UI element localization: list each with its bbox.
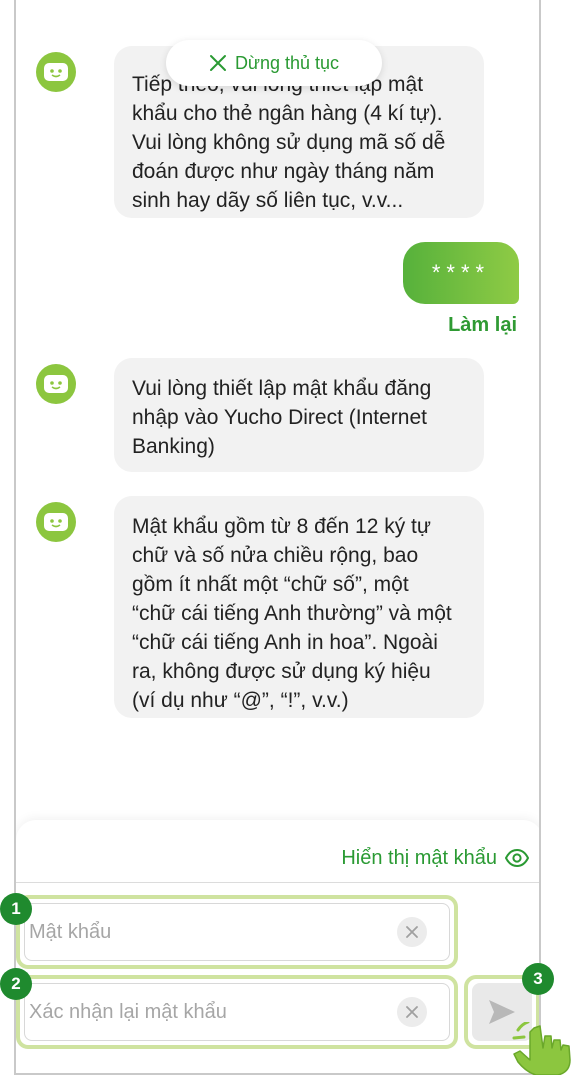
bot-avatar <box>36 364 76 404</box>
password-field <box>24 903 450 961</box>
panel-divider <box>16 882 539 883</box>
close-icon <box>209 55 226 71</box>
redo-link[interactable]: Làm lại <box>448 314 517 337</box>
show-password-label: Hiển thị mật khẩu <box>341 846 497 869</box>
bot-face-icon <box>44 63 68 81</box>
bot-avatar <box>36 502 76 542</box>
password-field-highlight <box>16 895 458 969</box>
confirm-field-highlight <box>16 975 458 1049</box>
chat-screen: Dừng thủ tục Tiếp theo, vui lòng thiết l… <box>14 0 541 1075</box>
bot-message-bubble: Vui lòng thiết lập mật khẩu đăng nhập và… <box>114 358 484 472</box>
password-input[interactable] <box>29 920 397 944</box>
clear-confirm-button[interactable] <box>397 997 427 1027</box>
step-badge-2: 2 <box>0 968 32 1000</box>
hand-pointer-icon <box>512 1022 571 1075</box>
bot-message: Vui lòng thiết lập mật khẩu đăng nhập và… <box>36 358 484 472</box>
step-badge-1: 1 <box>0 893 32 925</box>
bot-face-icon <box>44 513 68 531</box>
bot-face-icon <box>44 375 68 393</box>
clear-password-button[interactable] <box>397 917 427 947</box>
bot-avatar <box>36 52 76 92</box>
step-badge-3: 3 <box>522 963 554 995</box>
clear-icon <box>406 926 418 938</box>
eye-icon <box>505 848 529 868</box>
stop-procedure-button[interactable]: Dừng thủ tục <box>166 40 382 86</box>
confirm-password-field <box>24 983 450 1041</box>
bot-message-bubble: Mật khẩu gồm từ 8 đến 12 ký tự chữ và số… <box>114 496 484 718</box>
bot-message: Mật khẩu gồm từ 8 đến 12 ký tự chữ và số… <box>36 496 484 718</box>
show-password-toggle[interactable]: Hiển thị mật khẩu <box>341 846 529 870</box>
stop-procedure-label: Dừng thủ tục <box>234 52 340 73</box>
confirm-password-input[interactable] <box>29 1000 397 1024</box>
user-reply-bubble: **** <box>403 242 519 304</box>
clear-icon <box>406 1006 418 1018</box>
